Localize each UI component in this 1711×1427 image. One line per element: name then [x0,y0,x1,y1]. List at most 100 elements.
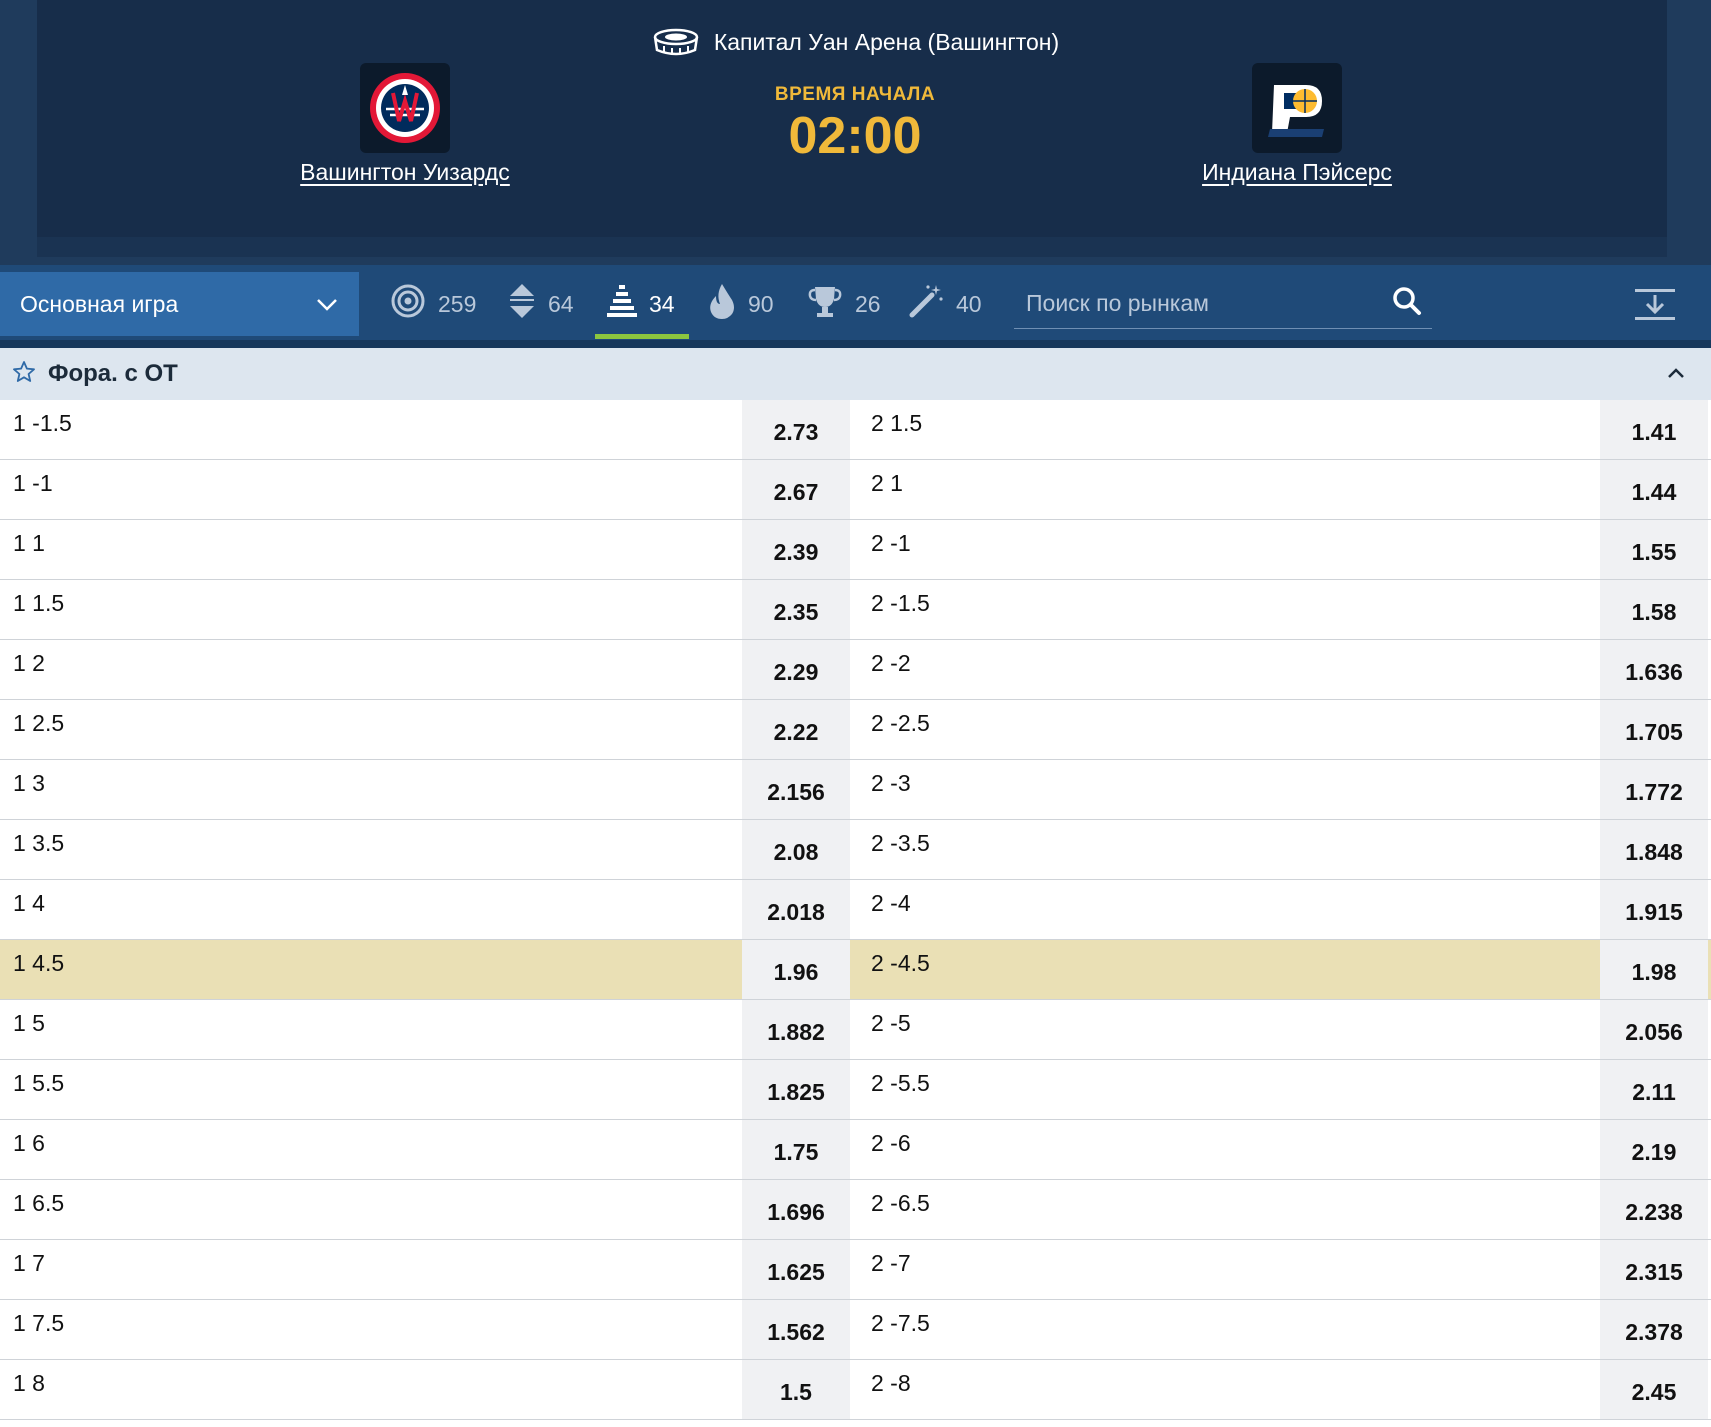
outcome-label-team2[interactable]: 2 -2 [871,640,1591,699]
outcome-label-team1[interactable]: 1 2 [13,640,733,699]
odds-button-team2[interactable]: 1.41 [1600,400,1708,459]
outcome-label-team2[interactable]: 2 1.5 [871,400,1591,459]
outcome-label-team2[interactable]: 2 1 [871,460,1591,519]
odds-button-team2[interactable]: 2.056 [1600,1000,1708,1059]
odds-button-team1[interactable]: 2.39 [742,520,850,579]
outcome-label-team1[interactable]: 1 3 [13,760,733,819]
search-input[interactable] [1024,289,1388,318]
odds-button-team2[interactable]: 1.44 [1600,460,1708,519]
outcome-label-team2[interactable]: 2 -4 [871,880,1591,939]
tab-count: 26 [855,290,881,317]
home-team[interactable]: Вашингтон Уизардс [195,63,615,186]
star-icon[interactable] [12,360,36,389]
market-rows: 1 -1.5 2.73 2 1.5 1.41 1 -1 2.67 2 1 1.44 1 1 2.3… [0,400,1711,1420]
odds-button-team2[interactable]: 1.772 [1600,760,1708,819]
odds-button-team1[interactable]: 2.22 [742,700,850,759]
outcome-label-team2[interactable]: 2 -7 [871,1240,1591,1299]
outcome-label-team2[interactable]: 2 -8 [871,1360,1591,1419]
outcome-label-team2[interactable]: 2 -1.5 [871,580,1591,639]
tab-all-markets[interactable]: 259 [390,279,476,329]
odds-button-team1[interactable]: 1.882 [742,1000,850,1059]
outcome-label-team1[interactable]: 1 6.5 [13,1180,733,1239]
market-search[interactable] [1014,279,1432,329]
outcome-label-team2[interactable]: 2 -4.5 [871,940,1591,999]
outcome-label-team2[interactable]: 2 -3 [871,760,1591,819]
outcome-label-team1[interactable]: 1 3.5 [13,820,733,879]
search-icon[interactable] [1392,286,1422,321]
market-header[interactable]: Фора. с ОТ [0,348,1711,400]
odds-button-team1[interactable]: 1.75 [742,1120,850,1179]
outcome-label-team1[interactable]: 1 2.5 [13,700,733,759]
odds-button-team1[interactable]: 2.018 [742,880,850,939]
pacers-logo [1252,63,1342,153]
odds-button-team1[interactable]: 2.35 [742,580,850,639]
tab-specials[interactable]: 40 [908,279,982,329]
outcome-label-team2[interactable]: 2 -5.5 [871,1060,1591,1119]
table-row: 1 4 2.018 2 -4 1.915 [0,880,1711,940]
outcome-label-team1[interactable]: 1 7.5 [13,1300,733,1359]
odds-button-team1[interactable]: 2.29 [742,640,850,699]
tab-results[interactable]: 26 [807,279,881,329]
odds-button-team2[interactable]: 2.19 [1600,1120,1708,1179]
odds-button-team2[interactable]: 1.636 [1600,640,1708,699]
outcome-label-team1[interactable]: 1 5 [13,1000,733,1059]
outcome-label-team2[interactable]: 2 -5 [871,1000,1591,1059]
collapse-all-button[interactable] [1633,287,1677,323]
odds-button-team2[interactable]: 1.848 [1600,820,1708,879]
outcome-label-team1[interactable]: 1 6 [13,1120,733,1179]
outcome-label-team1[interactable]: 1 4.5 [13,940,733,999]
odds-button-team2[interactable]: 2.238 [1600,1180,1708,1239]
odds-button-team2[interactable]: 1.58 [1600,580,1708,639]
outcome-label-team1[interactable]: 1 4 [13,880,733,939]
home-team-name[interactable]: Вашингтон Уизардс [300,159,510,186]
outcome-label-team2[interactable]: 2 -3.5 [871,820,1591,879]
away-team[interactable]: Индиана Пэйсерс [1087,63,1507,186]
outcome-label-team1[interactable]: 1 8 [13,1360,733,1419]
toolbar-divider [0,340,1711,348]
outcome-label-team2[interactable]: 2 -6.5 [871,1180,1591,1239]
odds-button-team2[interactable]: 1.98 [1600,940,1708,999]
odds-button-team1[interactable]: 2.67 [742,460,850,519]
outcome-label-team1[interactable]: 1 1.5 [13,580,733,639]
table-row: 1 4.5 1.96 2 -4.5 1.98 [0,940,1711,1000]
odds-button-team2[interactable]: 2.315 [1600,1240,1708,1299]
odds-button-team1[interactable]: 1.696 [742,1180,850,1239]
odds-button-team1[interactable]: 2.73 [742,400,850,459]
odds-button-team2[interactable]: 1.705 [1600,700,1708,759]
odds-button-team2[interactable]: 1.915 [1600,880,1708,939]
tab-totals[interactable]: 64 [508,279,574,329]
outcome-label-team1[interactable]: 1 -1 [13,460,733,519]
event-header-shadow [37,237,1667,257]
odds-button-team1[interactable]: 1.825 [742,1060,850,1119]
tab-popular[interactable]: 90 [708,279,774,329]
odds-button-team2[interactable]: 2.378 [1600,1300,1708,1359]
outcome-label-team2[interactable]: 2 -6 [871,1120,1591,1179]
tab-count: 34 [649,290,675,317]
table-row: 1 3 2.156 2 -3 1.772 [0,760,1711,820]
odds-button-team2[interactable]: 1.55 [1600,520,1708,579]
trophy-icon [807,283,843,325]
odds-button-team2[interactable]: 2.45 [1600,1360,1708,1419]
odds-button-team2[interactable]: 2.11 [1600,1060,1708,1119]
outcome-label-team1[interactable]: 1 5.5 [13,1060,733,1119]
outcome-label-team1[interactable]: 1 -1.5 [13,400,733,459]
odds-button-team1[interactable]: 2.156 [742,760,850,819]
outcome-label-team2[interactable]: 2 -7.5 [871,1300,1591,1359]
tab-count: 40 [956,290,982,317]
table-row: 1 5.5 1.825 2 -5.5 2.11 [0,1060,1711,1120]
odds-button-team1[interactable]: 1.96 [742,940,850,999]
odds-button-team1[interactable]: 1.625 [742,1240,850,1299]
outcome-label-team1[interactable]: 1 1 [13,520,733,579]
away-team-name[interactable]: Индиана Пэйсерс [1202,159,1392,186]
odds-button-team1[interactable]: 1.562 [742,1300,850,1359]
odds-button-team1[interactable]: 2.08 [742,820,850,879]
outcome-label-team2[interactable]: 2 -2.5 [871,700,1591,759]
chevron-up-icon[interactable] [1665,362,1687,389]
market-group-select[interactable]: Основная игра [0,272,359,336]
target-icon [390,283,426,325]
updown-icon [508,282,536,326]
odds-button-team1[interactable]: 1.5 [742,1360,850,1419]
tab-handicaps[interactable]: 34 [607,279,675,329]
outcome-label-team1[interactable]: 1 7 [13,1240,733,1299]
outcome-label-team2[interactable]: 2 -1 [871,520,1591,579]
